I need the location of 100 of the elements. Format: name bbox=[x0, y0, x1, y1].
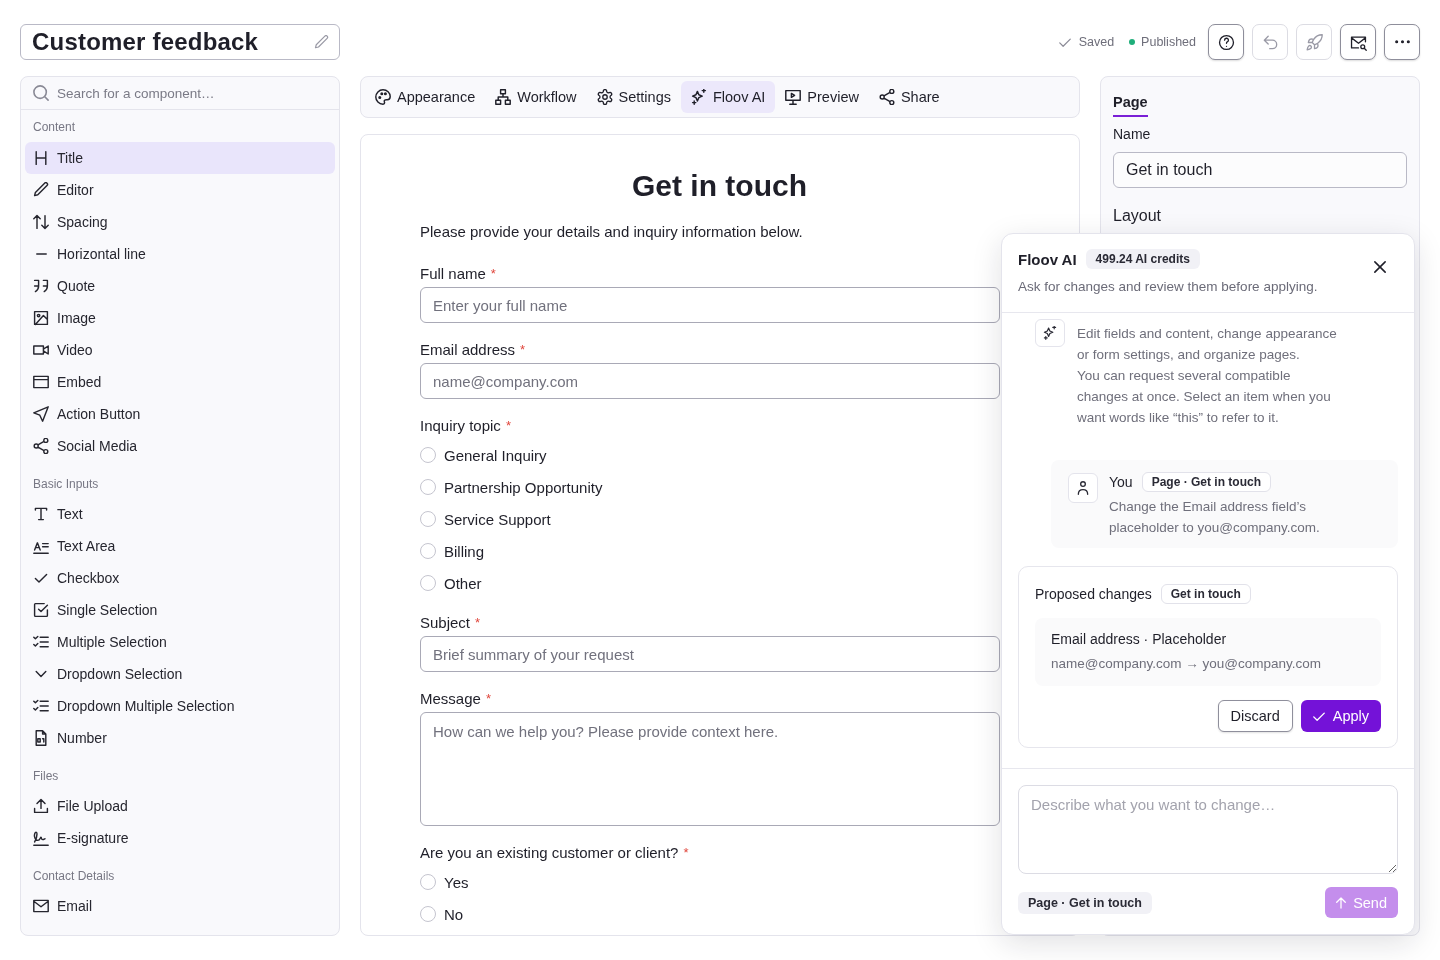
text-input[interactable]: Brief summary of your request bbox=[420, 636, 1000, 672]
signature-icon bbox=[33, 830, 49, 846]
form-intro: Please provide your details and inquiry information below. bbox=[420, 222, 804, 242]
prompt-input[interactable]: Describe what you want to change… bbox=[1018, 785, 1398, 874]
radio-button-icon[interactable] bbox=[420, 447, 436, 463]
radio-button-icon[interactable] bbox=[420, 874, 436, 890]
sidebar-item[interactable]: Video bbox=[25, 334, 335, 366]
tab[interactable]: Floov AI bbox=[680, 81, 776, 113]
sidebar-item[interactable]: File Upload bbox=[25, 790, 335, 822]
check-icon bbox=[1312, 711, 1325, 721]
sidebar-item[interactable]: Number bbox=[25, 722, 335, 754]
credits-badge: 499.24 AI credits bbox=[1085, 249, 1200, 269]
share-icon bbox=[878, 89, 895, 105]
sidebar-item[interactable]: Dropdown Multiple Selection bbox=[25, 690, 335, 722]
person-icon bbox=[1068, 473, 1098, 503]
message-author: You bbox=[1109, 474, 1133, 490]
radio-option[interactable]: Service Support bbox=[420, 503, 551, 535]
pencil-icon[interactable] bbox=[314, 34, 329, 50]
radio-button-icon[interactable] bbox=[420, 543, 436, 559]
text-input[interactable]: Enter your full name bbox=[420, 287, 1000, 323]
radio-option[interactable]: Other bbox=[420, 567, 482, 599]
sidebar-item[interactable]: Action Button bbox=[25, 398, 335, 430]
field-label: Subject bbox=[420, 613, 471, 633]
more-icon bbox=[1394, 40, 1410, 44]
sidebar-item[interactable]: E-signature bbox=[25, 822, 335, 854]
form-title: Get in touch bbox=[631, 168, 808, 204]
tab[interactable]: Settings bbox=[586, 81, 681, 113]
sparkles-icon bbox=[690, 89, 707, 105]
sidebar-item[interactable]: Text bbox=[25, 498, 335, 530]
tab[interactable]: Workflow bbox=[485, 81, 587, 113]
sidebar-item[interactable]: Social Media bbox=[25, 430, 335, 462]
radio-option[interactable]: No bbox=[420, 898, 464, 930]
text-icon bbox=[33, 506, 49, 522]
sidebar-item[interactable]: Checkbox bbox=[25, 562, 335, 594]
help-button[interactable] bbox=[1208, 24, 1244, 60]
mail-search-icon bbox=[1349, 33, 1367, 51]
up-down-arrows-icon bbox=[33, 214, 49, 230]
radio-button-icon[interactable] bbox=[420, 575, 436, 591]
field-label: Full name bbox=[420, 264, 486, 284]
section-heading: Basic Inputs bbox=[32, 476, 100, 493]
sidebar-item[interactable]: Image bbox=[25, 302, 335, 334]
radio-button-icon[interactable] bbox=[420, 511, 436, 527]
apply-button[interactable]: Apply bbox=[1300, 700, 1381, 732]
tab[interactable]: Appearance bbox=[365, 81, 486, 113]
radio-option[interactable]: Yes bbox=[420, 866, 469, 898]
card-title: Proposed changes bbox=[1035, 586, 1152, 602]
context-badge: Page · Get in touch bbox=[1141, 472, 1271, 492]
radio-option[interactable]: Partnership Opportunity bbox=[420, 471, 603, 503]
message-text: Edit fields and content, change appearance or form settings, and organize pages. bbox=[1077, 325, 1338, 364]
component-search-input[interactable]: Search for a component… bbox=[57, 82, 327, 104]
sidebar-item[interactable]: Quote bbox=[25, 270, 335, 302]
video-camera-icon bbox=[33, 342, 49, 358]
radio-option[interactable]: Billing bbox=[420, 535, 485, 567]
more-button[interactable] bbox=[1384, 24, 1420, 60]
sidebar-item[interactable]: Dropdown Selection bbox=[25, 658, 335, 690]
save-status: Saved bbox=[1078, 34, 1115, 50]
browser-window-icon bbox=[33, 374, 49, 390]
publish-status: Published bbox=[1141, 34, 1196, 50]
form-title-field[interactable]: Customer feedback bbox=[20, 24, 340, 60]
radio-button-icon[interactable] bbox=[420, 906, 436, 922]
radio-button-icon[interactable] bbox=[420, 479, 436, 495]
change-field: Email address · Placeholder bbox=[1051, 629, 1365, 649]
sidebar-item[interactable]: Text Area bbox=[25, 530, 335, 562]
field-label: Message bbox=[420, 689, 481, 709]
sidebar-item[interactable]: Horizontal line bbox=[25, 238, 335, 270]
sidebar-item[interactable]: Embed bbox=[25, 366, 335, 398]
field-label: Inquiry topic bbox=[420, 416, 501, 436]
sidebar-item[interactable]: Email bbox=[25, 890, 335, 922]
text-input[interactable]: name@company.com bbox=[420, 363, 1000, 399]
close-icon[interactable] bbox=[1374, 261, 1386, 273]
discard-button[interactable]: Discard bbox=[1217, 700, 1293, 732]
tab[interactable]: Preview bbox=[775, 81, 869, 113]
sidebar-item[interactable]: Spacing bbox=[25, 206, 335, 238]
required-mark: * bbox=[683, 844, 689, 862]
message-input[interactable]: How can we help you? Please provide context here. bbox=[420, 712, 1000, 826]
horizontal-line-icon bbox=[35, 253, 47, 255]
field-label: Email address bbox=[420, 340, 516, 360]
required-mark: * bbox=[505, 417, 511, 435]
page-name-input[interactable]: Get in touch bbox=[1113, 152, 1407, 188]
checkbox-icon bbox=[33, 602, 49, 618]
message-text: You can request several compatible changes at once. Select an item when you want words like “this” to refer to it. bbox=[1077, 367, 1332, 427]
palette-icon bbox=[375, 89, 391, 105]
inspector-tab[interactable]: Page bbox=[1113, 92, 1148, 117]
section-heading: Files bbox=[32, 768, 60, 785]
rocket-icon bbox=[1305, 33, 1323, 51]
sidebar-item[interactable]: Editor bbox=[25, 174, 335, 206]
sidebar-item[interactable]: Title bbox=[25, 142, 335, 174]
field-label: Name bbox=[1113, 125, 1152, 144]
checklist-icon bbox=[33, 698, 49, 714]
context-chip: Page · Get in touch bbox=[1018, 891, 1152, 914]
mail-button[interactable] bbox=[1340, 24, 1376, 60]
tab[interactable]: Share bbox=[868, 81, 950, 113]
sidebar-item[interactable]: Multiple Selection bbox=[25, 626, 335, 658]
number-file-icon bbox=[33, 730, 49, 746]
section-heading: Content bbox=[32, 119, 77, 136]
quote-icon bbox=[33, 278, 49, 294]
flowchart-icon bbox=[495, 89, 512, 105]
sidebar-item[interactable]: Single Selection bbox=[25, 594, 335, 626]
field-label: Are you an existing customer or client? bbox=[420, 843, 679, 863]
radio-option[interactable]: General Inquiry bbox=[420, 439, 547, 471]
